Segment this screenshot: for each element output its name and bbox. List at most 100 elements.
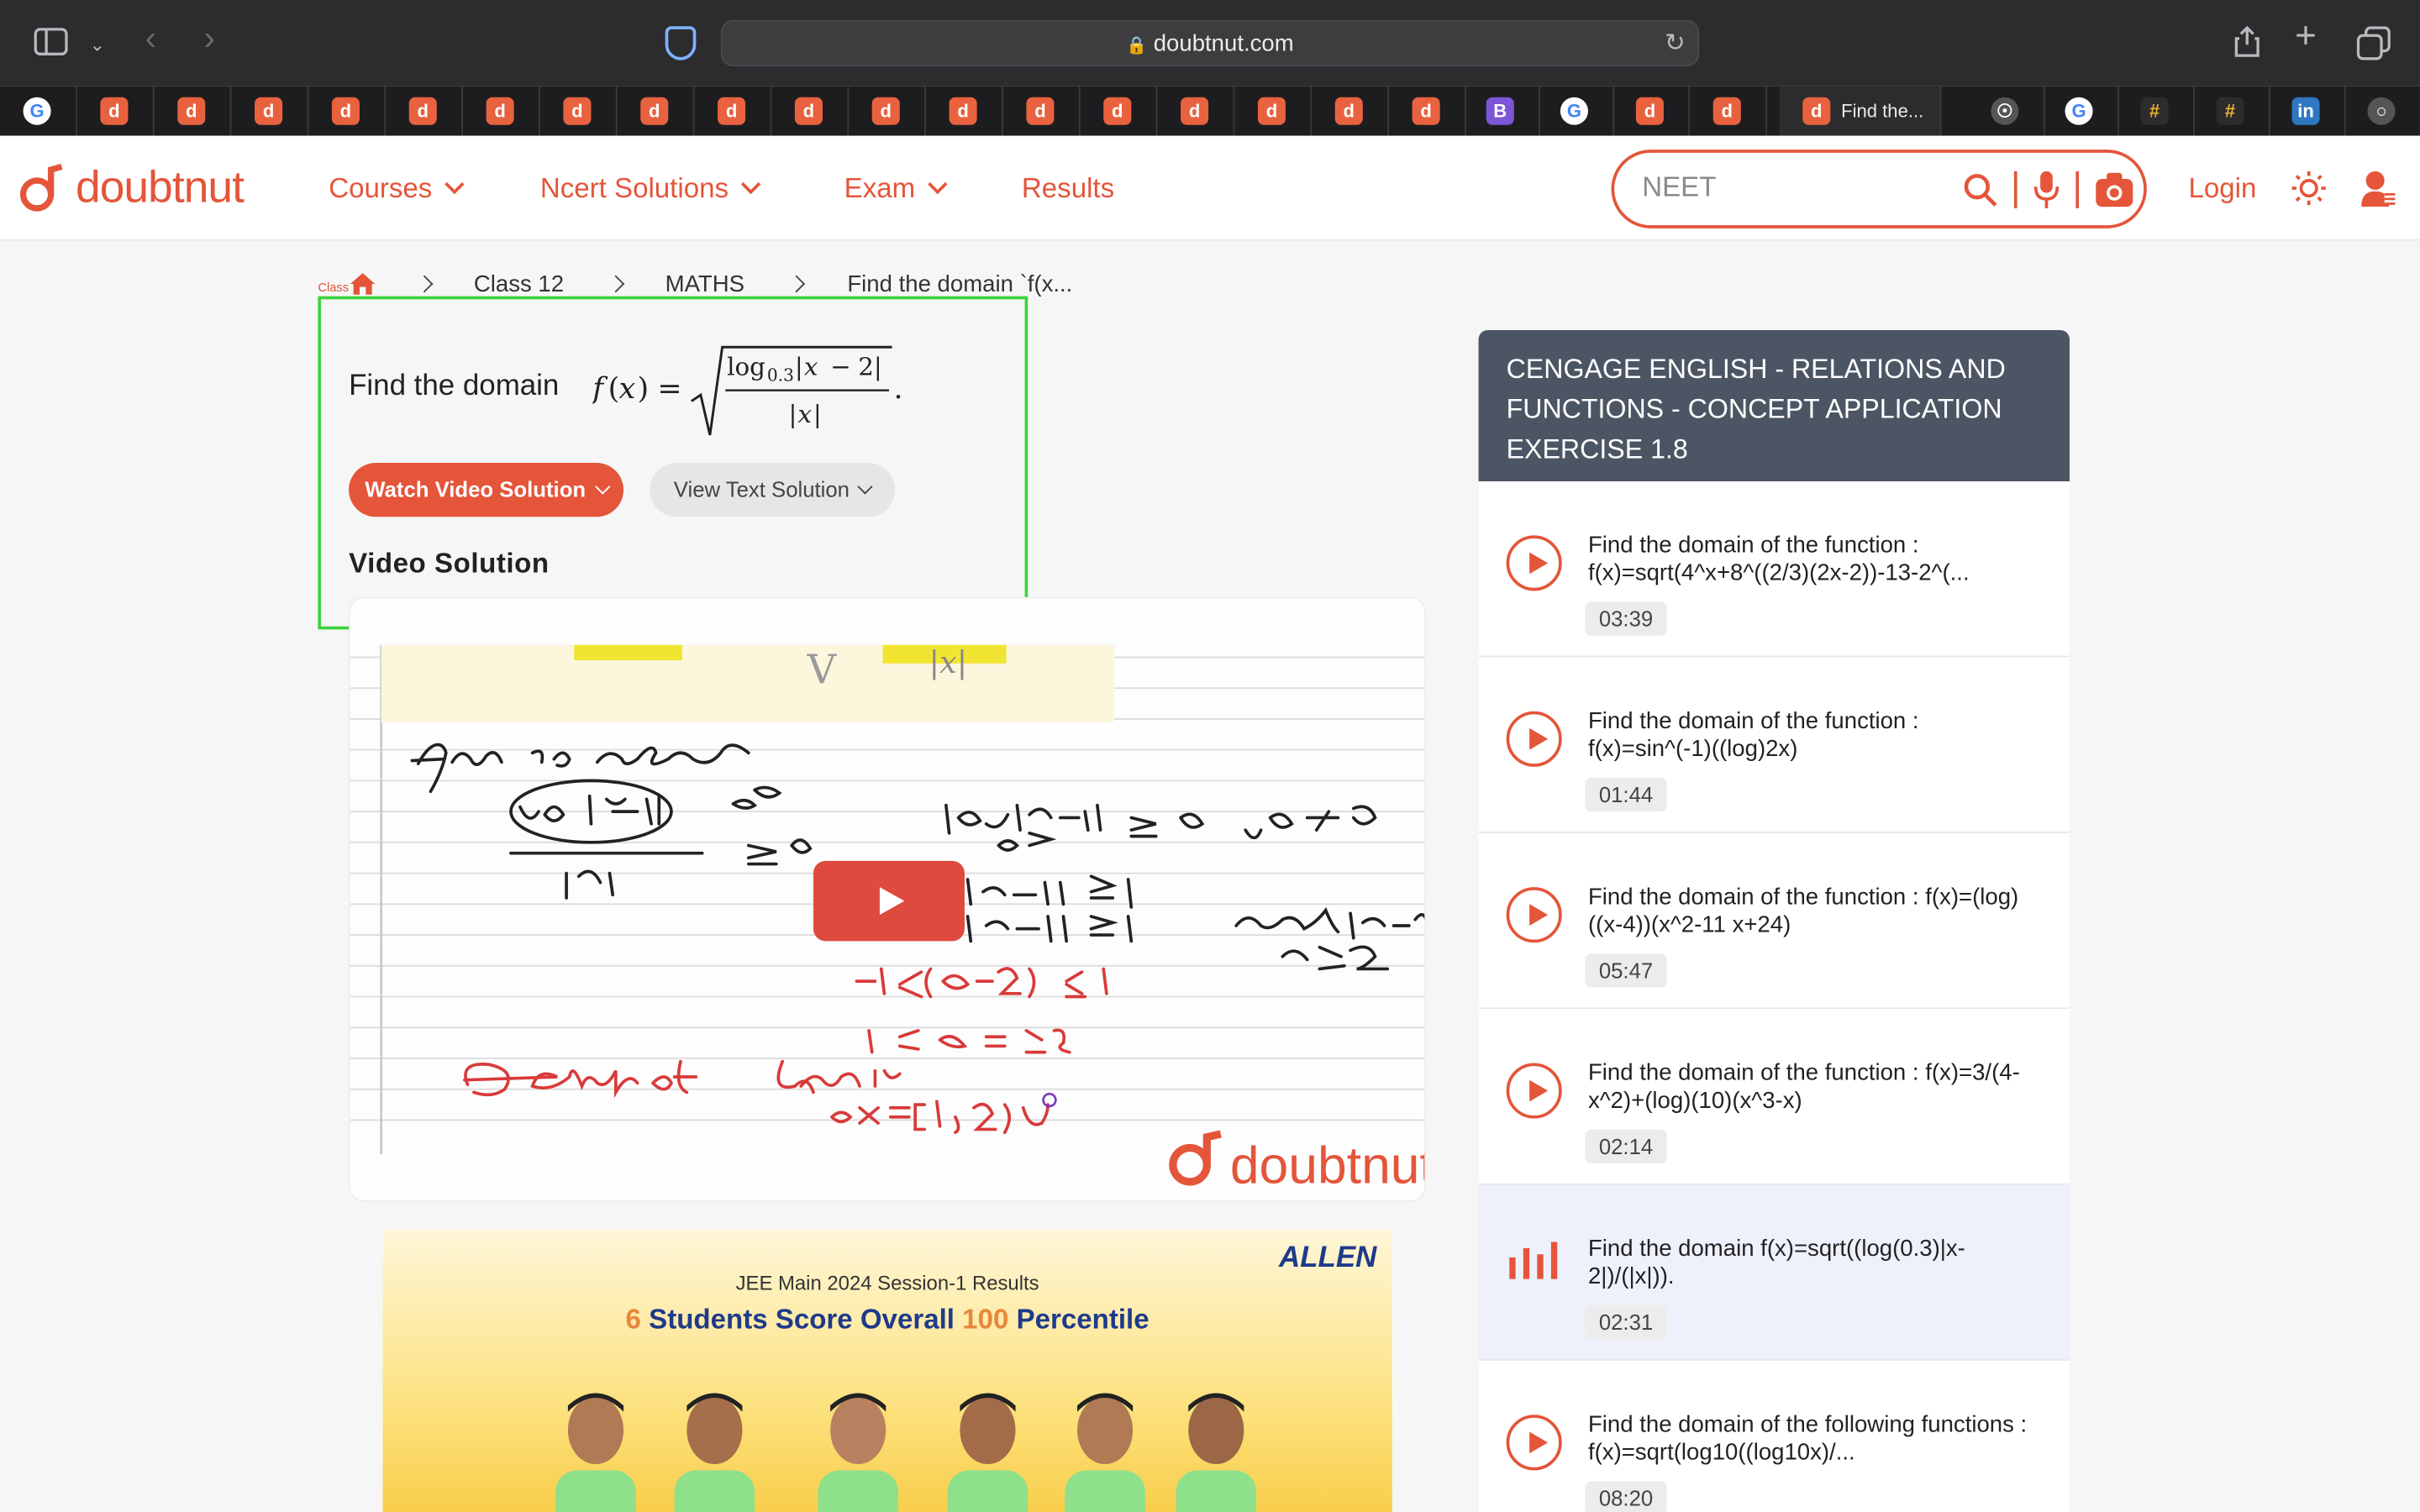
related-video-item[interactable]: Find the domain of the function : f(x)=3…: [1478, 1009, 2070, 1185]
divider: [2075, 171, 2080, 208]
related-video-item[interactable]: Find the domain of the function : f(x)=s…: [1478, 481, 2070, 658]
video-duration: 08:20: [1585, 1481, 1667, 1512]
ad-headline: JEE Main 2024 Session-1 Results: [735, 1271, 1039, 1294]
tab[interactable]: B: [1463, 86, 1541, 136]
tab-active[interactable]: d Find the...: [1779, 86, 1942, 136]
tab[interactable]: G: [1537, 86, 1615, 136]
tab[interactable]: d: [926, 86, 1003, 136]
home-icon[interactable]: [349, 271, 376, 296]
privacy-shield-icon[interactable]: [665, 26, 697, 60]
tab[interactable]: d: [1158, 86, 1235, 136]
logo-text: doubtnut: [75, 163, 245, 213]
tab[interactable]: d: [618, 86, 695, 136]
doubtnut-icon: d: [408, 97, 437, 125]
doubtnut-icon: d: [100, 97, 129, 125]
video-duration: 02:31: [1585, 1305, 1667, 1340]
tab-label: Find the...: [1841, 100, 1924, 123]
new-tab-icon[interactable]: +: [2295, 18, 2317, 55]
tab[interactable]: d: [77, 86, 155, 136]
search-box: [1611, 150, 2147, 228]
tab[interactable]: d: [849, 86, 927, 136]
svg-text:x: x: [804, 352, 818, 381]
tab-overview-icon[interactable]: [2356, 26, 2391, 60]
play-circle-icon[interactable]: [1506, 711, 1562, 767]
ad-number: 100: [962, 1304, 1009, 1335]
svg-text:|: |: [795, 352, 803, 381]
tab[interactable]: G: [0, 86, 77, 136]
tab[interactable]: d: [1003, 86, 1081, 136]
tab[interactable]: d: [1690, 86, 1768, 136]
svg-text:(: (: [608, 372, 620, 406]
nav-courses[interactable]: Courses: [329, 173, 465, 206]
tab[interactable]: G: [2042, 86, 2119, 136]
tab[interactable]: #: [2118, 86, 2195, 136]
svg-text:V: V: [807, 648, 838, 694]
advertisement-banner[interactable]: ALLEN JEE Main 2024 Session-1 Results 6 …: [382, 1229, 1392, 1512]
tab[interactable]: d: [1612, 86, 1691, 136]
doubtnut-icon: d: [1103, 97, 1132, 125]
tab[interactable]: d: [540, 86, 618, 136]
nav-results[interactable]: Results: [1022, 173, 1114, 206]
related-videos-list: Find the domain of the function : f(x)=s…: [1478, 481, 2070, 1512]
reload-icon[interactable]: ↻: [1665, 31, 1686, 59]
camera-icon[interactable]: [2094, 171, 2134, 208]
svg-text:|: |: [813, 400, 822, 428]
tab[interactable]: #: [2193, 86, 2270, 136]
breadcrumb-tiny-label: Class: [318, 281, 350, 295]
share-icon[interactable]: [2233, 24, 2261, 58]
tab[interactable]: d: [155, 86, 232, 136]
doubtnut-icon: d: [1181, 97, 1209, 125]
related-video-title: Find the domain of the function : f(x)=(…: [1587, 884, 2019, 938]
tab[interactable]: d: [232, 86, 309, 136]
tab[interactable]: d: [1312, 86, 1390, 136]
video-play-button[interactable]: [813, 860, 965, 942]
search-icon[interactable]: [1961, 171, 1998, 208]
related-video-item[interactable]: Find the domain of the following functio…: [1478, 1360, 2070, 1512]
related-video-item[interactable]: Find the domain of the function : f(x)=s…: [1478, 657, 2070, 833]
tab[interactable]: d: [771, 86, 850, 136]
tab[interactable]: d: [1234, 86, 1313, 136]
student-photo: [947, 1393, 1028, 1512]
nav-exam[interactable]: Exam: [844, 172, 948, 206]
theme-toggle-sun-icon[interactable]: [2291, 171, 2326, 206]
tab[interactable]: d: [1081, 86, 1158, 136]
button-label: View Text Solution: [673, 476, 850, 501]
breadcrumb-subject[interactable]: MATHS: [666, 271, 744, 297]
doubtnut-icon: d: [1257, 97, 1286, 125]
tab[interactable]: d: [463, 86, 540, 136]
now-playing-equalizer-icon: [1509, 1242, 1559, 1279]
play-circle-icon[interactable]: [1506, 1063, 1562, 1119]
play-circle-icon[interactable]: [1506, 535, 1562, 591]
login-link[interactable]: Login: [2188, 173, 2256, 206]
search-input[interactable]: [1642, 171, 1951, 204]
tab[interactable]: ○: [2344, 87, 2420, 136]
related-video-title: Find the domain of the following functio…: [1587, 1411, 2028, 1466]
tab[interactable]: d: [695, 86, 772, 136]
view-text-solution-button[interactable]: View Text Solution: [650, 463, 896, 517]
breadcrumb-class[interactable]: Class 12: [474, 271, 564, 297]
related-video-item-current[interactable]: Find the domain f(x)=sqrt((log(0.3)|x-2|…: [1478, 1184, 2070, 1361]
doubtnut-icon: d: [794, 97, 823, 125]
user-profile-icon[interactable]: [2361, 170, 2396, 207]
tab[interactable]: ☉: [1968, 86, 2045, 136]
nav-label: Exam: [844, 172, 916, 204]
doubtnut-icon: d: [177, 97, 206, 125]
watch-video-solution-button[interactable]: Watch Video Solution: [349, 463, 624, 517]
tab[interactable]: d: [1389, 86, 1466, 136]
tab[interactable]: in: [2269, 86, 2346, 136]
chevron-down-icon[interactable]: ⌄: [90, 31, 105, 59]
nav-ncert-solutions[interactable]: Ncert Solutions: [540, 173, 761, 206]
forward-arrow-icon[interactable]: ›: [203, 21, 214, 55]
tab[interactable]: d: [308, 86, 387, 136]
microphone-icon[interactable]: [2033, 170, 2060, 210]
sidebar-toggle-icon[interactable]: [34, 28, 68, 55]
video-player[interactable]: V |x| doubtnut: [349, 596, 1427, 1202]
related-video-item[interactable]: Find the domain of the function : f(x)=(…: [1478, 832, 2070, 1010]
svg-text:log: log: [727, 352, 765, 381]
bootstrap-icon: B: [1486, 97, 1514, 125]
address-bar[interactable]: 🔒 doubtnut.com ↻: [720, 19, 1700, 66]
tab[interactable]: d: [386, 86, 464, 136]
play-circle-icon[interactable]: [1506, 887, 1562, 943]
play-circle-icon[interactable]: [1506, 1415, 1562, 1471]
back-arrow-icon[interactable]: ‹: [145, 21, 156, 55]
